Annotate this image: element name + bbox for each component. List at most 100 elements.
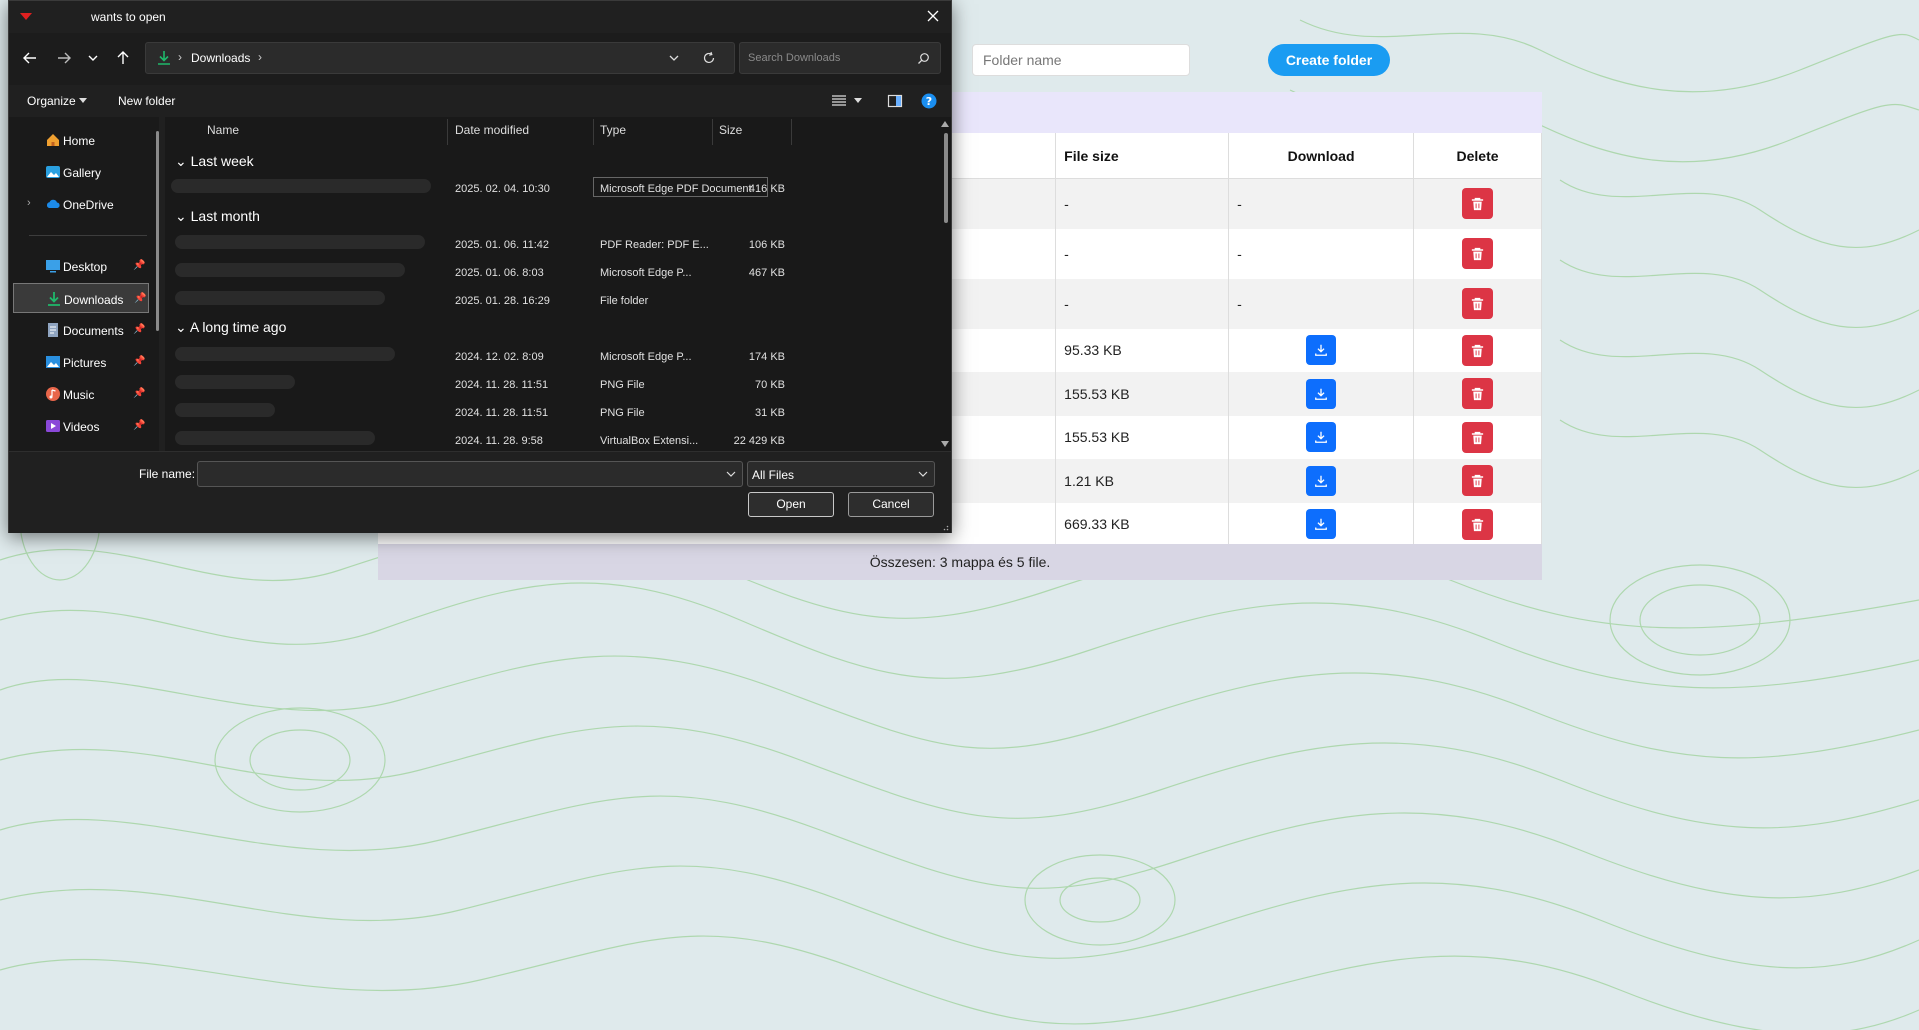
preview-pane-icon[interactable] [887,93,903,109]
breadcrumb-downloads[interactable]: Downloads [191,51,250,65]
file-type-select[interactable]: All Files [747,461,935,487]
resize-grip-icon[interactable] [941,523,949,531]
file-date: 2025. 02. 04. 10:30 [455,183,550,195]
download-cell: - [1228,228,1415,279]
download-button[interactable] [1306,378,1337,409]
address-bar[interactable]: › Downloads › [145,42,735,74]
view-details-icon[interactable] [831,94,847,108]
download-icon [1315,388,1327,400]
up-arrow-icon[interactable] [112,47,134,69]
sidebar-item-pictures[interactable]: Pictures 📌 [13,347,149,377]
group-header-last-week[interactable]: ⌄ Last week [175,153,254,170]
back-arrow-icon[interactable] [19,47,41,69]
delete-button[interactable] [1462,288,1494,319]
sidebar-item-documents[interactable]: Documents 📌 [13,315,149,345]
file-type-dropdown-icon[interactable] [918,470,928,478]
file-name-dropdown-icon[interactable] [726,470,736,478]
desktop-icon [46,260,60,273]
search-box[interactable]: Search Downloads [739,42,941,74]
file-name-redacted[interactable] [171,179,431,193]
sidebar-item-desktop[interactable]: Desktop 📌 [13,251,149,281]
column-header-size[interactable]: Size [719,123,742,137]
download-icon [1315,431,1327,443]
file-size-cell: - [1055,228,1230,279]
file-type: VirtualBox Extensi... [600,435,699,447]
file-name-redacted[interactable] [175,263,405,277]
download-icon [1315,518,1327,530]
column-divider[interactable] [712,119,713,145]
refresh-icon[interactable] [702,51,716,65]
file-size: 31 KB [755,407,785,419]
delete-button[interactable] [1462,465,1494,496]
forward-arrow-icon[interactable] [53,47,75,69]
file-name-redacted[interactable] [175,375,295,389]
file-date: 2024. 11. 28. 11:51 [455,379,549,391]
scroll-down-arrow-icon[interactable] [941,441,949,447]
new-folder-button[interactable]: New folder [118,94,175,108]
column-divider[interactable] [593,119,594,145]
sidebar-item-home[interactable]: Home [13,125,149,155]
sidebar-scrollbar[interactable] [156,131,159,331]
download-button[interactable] [1306,335,1337,365]
file-name-input[interactable] [197,461,743,487]
download-button[interactable] [1306,422,1337,452]
delete-button[interactable] [1462,508,1494,540]
sidebar-item-downloads[interactable]: Downloads 📌 [13,283,149,313]
column-header-name[interactable]: Name [207,123,239,137]
pin-icon: 📌 [134,293,147,304]
svg-text:?: ? [926,95,932,108]
organize-button[interactable]: Organize [27,94,76,108]
file-date: 2024. 11. 28. 11:51 [455,407,549,419]
file-date: 2024. 12. 02. 8:09 [455,351,544,363]
delete-button[interactable] [1462,421,1494,453]
folder-name-redacted[interactable] [175,291,385,305]
open-button[interactable]: Open [748,492,834,517]
sidebar-item-videos[interactable]: Videos 📌 [13,411,149,441]
trash-icon [1471,387,1484,401]
address-dropdown-icon[interactable] [668,52,680,64]
file-name-redacted[interactable] [175,235,425,249]
file-name-redacted[interactable] [175,347,395,361]
column-header-date[interactable]: Date modified [455,123,529,137]
sidebar-item-gallery[interactable]: Gallery [13,157,149,187]
file-date: 2025. 01. 06. 11:42 [455,239,549,251]
group-header-long-time-ago[interactable]: ⌄ A long time ago [175,319,286,336]
create-folder-button[interactable]: Create folder [1268,44,1390,76]
download-button[interactable] [1306,465,1337,496]
column-divider[interactable] [447,119,448,145]
folder-name-input[interactable] [972,44,1190,76]
expand-chevron-icon[interactable]: › [27,197,31,209]
recent-dropdown-icon[interactable] [82,47,104,69]
file-name-redacted[interactable] [175,403,275,417]
file-size: 22 429 KB [733,435,785,447]
group-header-last-month[interactable]: ⌄ Last month [175,208,260,225]
pin-icon: 📌 [133,324,146,335]
delete-button[interactable] [1462,188,1494,220]
file-list-scrollbar[interactable] [944,133,948,223]
breadcrumb-separator: › [258,50,262,64]
delete-button[interactable] [1462,378,1494,409]
file-name-redacted[interactable] [175,431,375,445]
file-date: 2025. 01. 06. 8:03 [455,267,544,279]
downloads-icon [48,292,60,306]
scroll-up-arrow-icon[interactable] [941,121,949,127]
column-header-type[interactable]: Type [600,123,626,137]
downloads-icon [158,51,170,65]
close-icon[interactable] [923,6,943,26]
download-cell: - [1228,278,1415,329]
download-button[interactable] [1306,509,1337,539]
organize-dropdown-icon[interactable] [79,98,87,104]
app-icon [20,13,32,20]
trash-icon [1471,198,1484,211]
help-icon[interactable]: ? [921,93,937,109]
view-dropdown-icon[interactable] [854,98,862,104]
delete-button[interactable] [1462,334,1494,366]
sidebar-item-music[interactable]: Music 📌 [13,379,149,409]
delete-button[interactable] [1462,238,1494,269]
cancel-button[interactable]: Cancel [848,492,934,517]
file-date: 2025. 01. 28. 16:29 [455,295,550,307]
column-divider[interactable] [791,119,792,145]
dialog-title: wants to open [91,10,166,24]
file-size: 174 KB [748,351,785,363]
sidebar-item-onedrive[interactable]: › OneDrive [13,189,149,219]
